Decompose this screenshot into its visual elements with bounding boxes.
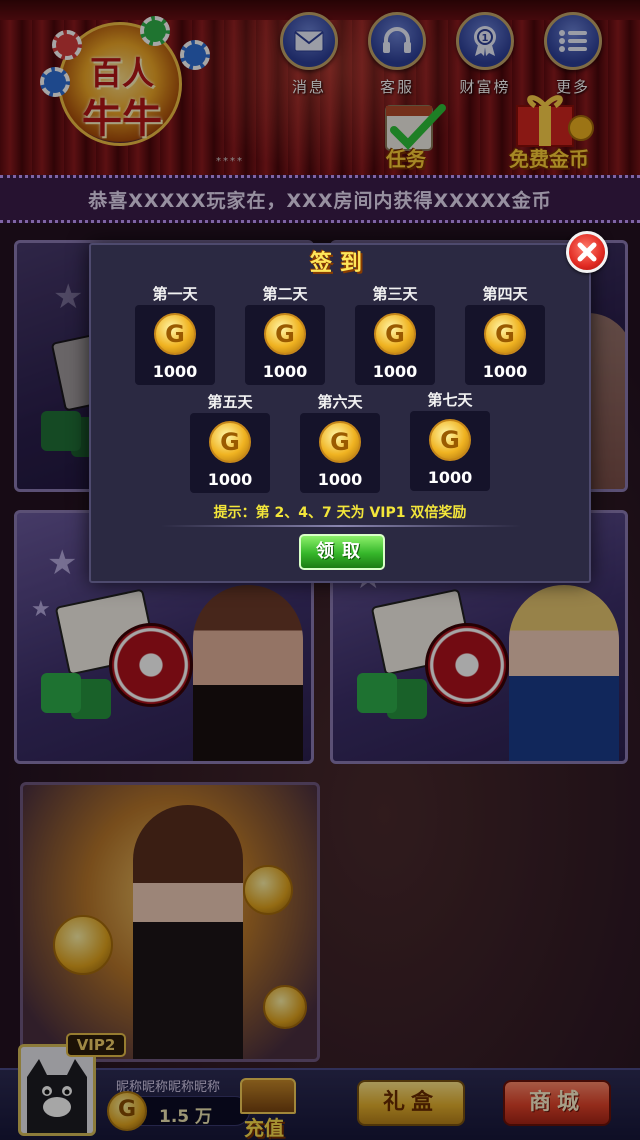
day-reward-amount: 1000 xyxy=(262,362,308,381)
gift-box-button[interactable]: 礼盒 xyxy=(357,1080,465,1126)
day-reward-amount: 1000 xyxy=(427,468,473,487)
free-gold-label[interactable]: 免费金币 xyxy=(509,143,589,172)
signin-dialog: 签到 第一天 G 1000 第二天 G 1000 第三天 G 1000 第四天 … xyxy=(89,243,591,583)
hostess-figure xyxy=(193,585,303,761)
gold-coin-icon: G xyxy=(429,419,471,461)
game-logo: 百人 牛牛 xyxy=(40,12,210,146)
day-label: 第一天 xyxy=(152,285,198,303)
signin-day-3[interactable]: 第三天 G 1000 xyxy=(355,283,435,385)
vip-badge: VIP2 xyxy=(66,1033,126,1057)
signin-day-6[interactable]: 第六天 G 1000 xyxy=(300,391,380,493)
star-icon: ★ xyxy=(47,543,78,583)
gold-coin-icon: G xyxy=(319,421,361,463)
signin-day-4[interactable]: 第四天 G 1000 xyxy=(465,283,545,385)
dice-icon xyxy=(357,673,397,713)
menu-list-icon xyxy=(544,12,602,70)
poker-chip-art xyxy=(425,623,509,707)
divider xyxy=(161,525,521,527)
coin-balance: G 1.5 万 xyxy=(107,1091,250,1131)
day-label: 第四天 xyxy=(482,285,528,303)
day-reward-amount: 1000 xyxy=(372,362,418,381)
cat-avatar-icon xyxy=(21,1047,93,1133)
day-label: 第七天 xyxy=(427,391,473,409)
day-reward-box: G 1000 xyxy=(465,305,545,385)
svg-text:1: 1 xyxy=(482,33,489,44)
mail-icon xyxy=(280,12,338,70)
day-reward-box: G 1000 xyxy=(410,411,490,491)
gold-coin-icon: G xyxy=(107,1091,147,1131)
day-reward-box: G 1000 xyxy=(190,413,270,493)
nav-messages-button[interactable]: 消息 xyxy=(277,12,341,97)
gold-coin-icon: G xyxy=(154,313,196,355)
gold-coin-icon: G xyxy=(484,313,526,355)
treasure-chest-icon[interactable] xyxy=(240,1078,296,1114)
day-reward-amount: 1000 xyxy=(482,362,528,381)
gold-coin-art xyxy=(243,865,293,915)
gold-coin-art xyxy=(263,985,307,1029)
close-icon xyxy=(577,242,597,262)
nav-support-button[interactable]: 客服 xyxy=(365,12,429,97)
rank-badge-icon: 1 xyxy=(456,12,514,70)
signin-tip: 提示：第 2、4、7 天为 VIP1 双倍奖励 xyxy=(213,505,467,521)
hostess-figure xyxy=(509,585,619,761)
recharge-button[interactable]: 充值 xyxy=(244,1112,284,1140)
headset-icon xyxy=(368,12,426,70)
nav-wealth-rank-button[interactable]: 1 财富榜 xyxy=(453,12,517,97)
close-dialog-button[interactable] xyxy=(566,231,608,273)
day-reward-amount: 1000 xyxy=(317,470,363,489)
poker-chip-icon xyxy=(180,40,210,70)
top-header: 百人 牛牛 消息 客服 1 财富榜 更多 任务 免费金币 **** xyxy=(0,0,640,175)
signin-day-1[interactable]: 第一天 G 1000 xyxy=(135,283,215,385)
day-reward-amount: 1000 xyxy=(207,470,253,489)
day-reward-amount: 1000 xyxy=(152,362,198,381)
logo-text-line2: 牛牛 xyxy=(82,96,162,142)
nav-messages-label: 消息 xyxy=(291,78,326,96)
signin-day-2[interactable]: 第二天 G 1000 xyxy=(245,283,325,385)
avatar[interactable] xyxy=(18,1044,96,1136)
dice-icon xyxy=(41,673,81,713)
day-reward-box: G 1000 xyxy=(135,305,215,385)
gold-coin-icon: G xyxy=(209,421,251,463)
star-icon: ★ xyxy=(53,277,84,317)
day-reward-box: G 1000 xyxy=(355,305,435,385)
gold-coin-icon: G xyxy=(374,313,416,355)
gift-box-icon xyxy=(516,95,594,147)
shop-button[interactable]: 商城 xyxy=(503,1080,611,1126)
hostess-figure xyxy=(133,805,243,1059)
day-reward-box: G 1000 xyxy=(245,305,325,385)
claim-button[interactable]: 领取 xyxy=(299,534,385,570)
gold-coin-art xyxy=(53,915,113,975)
dice-icon xyxy=(41,411,81,451)
signin-day-5[interactable]: 第五天 G 1000 xyxy=(190,391,270,493)
day-label: 第二天 xyxy=(262,285,308,303)
day-label: 第三天 xyxy=(372,285,418,303)
poker-chip-icon xyxy=(140,16,170,46)
day-reward-box: G 1000 xyxy=(300,413,380,493)
nav-more-button[interactable]: 更多 xyxy=(541,12,605,97)
coin-amount: 1.5 万 xyxy=(159,1107,213,1127)
poker-chip-art xyxy=(109,623,193,707)
signin-title: 签到 xyxy=(309,251,370,276)
day-label: 第六天 xyxy=(317,393,363,411)
broadcast-marquee: 恭喜XXXXX玩家在，XXX房间内获得XXXXX金币 xyxy=(0,175,640,223)
task-label[interactable]: 任务 xyxy=(386,143,426,172)
day-label: 第五天 xyxy=(207,393,253,411)
gold-coin-icon: G xyxy=(264,313,306,355)
page-dots: **** xyxy=(216,156,244,167)
nav-support-label: 客服 xyxy=(379,78,414,96)
star-icon: ★ xyxy=(31,597,51,622)
signin-day-7[interactable]: 第七天 G 1000 xyxy=(410,389,490,491)
game-card-5[interactable] xyxy=(20,782,320,1062)
marquee-text: 恭喜XXXXX玩家在，XXX房间内获得XXXXX金币 xyxy=(88,189,552,212)
